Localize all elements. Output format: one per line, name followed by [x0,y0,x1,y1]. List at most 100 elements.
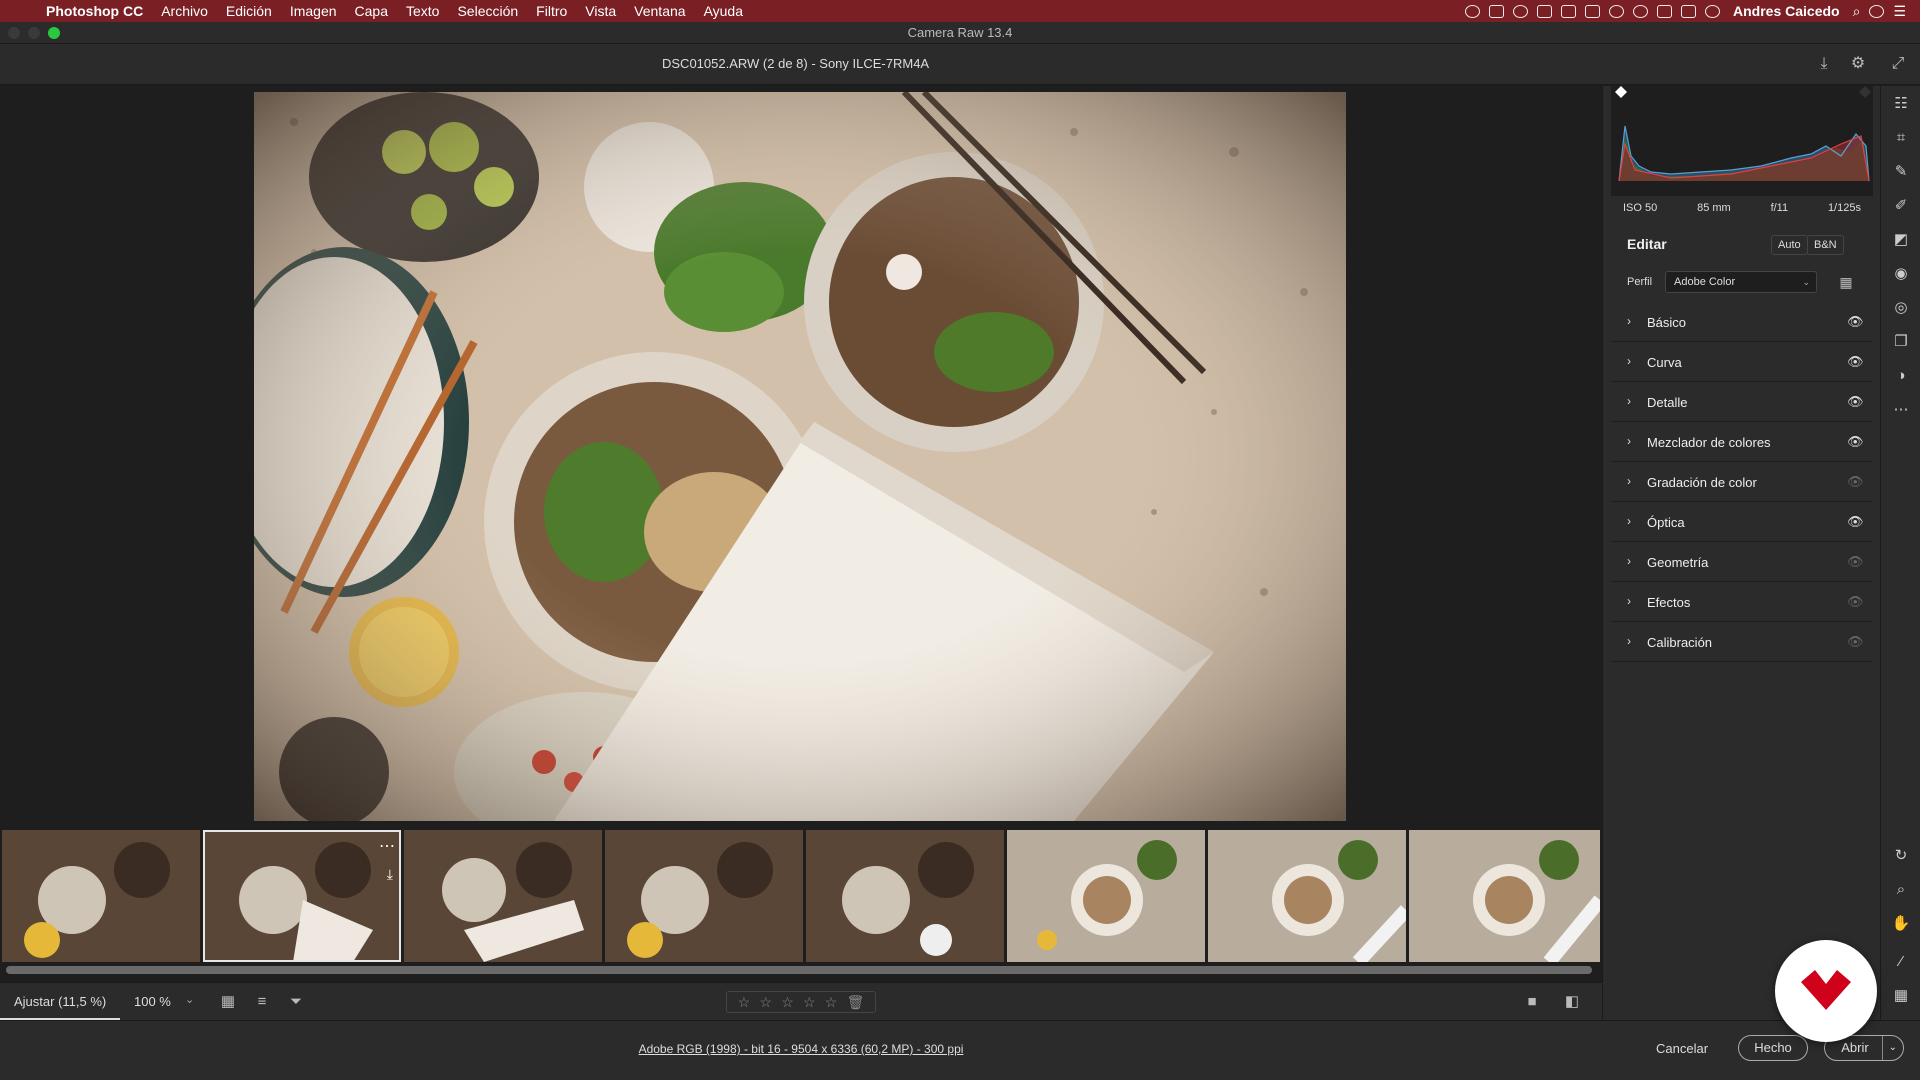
minimize-window-button[interactable] [28,27,40,39]
visibility-eye-icon[interactable]: 👁 [1847,594,1864,610]
snapshots-icon[interactable]: ❐ [1891,332,1911,352]
record-icon[interactable] [1465,4,1480,18]
workflow-options-link[interactable]: Adobe RGB (1998) - bit 16 - 9504 x 6336 … [0,1042,1602,1056]
spotlight-icon[interactable]: ⌕ [1853,3,1861,20]
menu-archivo[interactable]: Archivo [161,3,208,19]
section-calibracion[interactable]: › Calibración 👁 [1611,623,1873,662]
main-photo[interactable] [254,92,1346,821]
filter-icon[interactable]: ⏷ [286,992,306,1012]
section-geometria[interactable]: › Geometría 👁 [1611,543,1873,582]
filmstrip-thumb-1[interactable] [2,830,200,962]
rating-star-5-icon[interactable]: ☆ [825,994,838,1011]
airplay-icon[interactable] [1585,4,1600,18]
edit-sliders-icon[interactable]: ☷ [1891,94,1911,114]
menu-capa[interactable]: Capa [355,3,388,19]
open-options-chevron-icon[interactable]: ⌄ [1881,1036,1897,1060]
rotate-icon[interactable]: ↻ [1891,846,1911,866]
volume-icon[interactable] [1657,4,1672,18]
menu-ventana[interactable]: Ventana [634,3,685,19]
rating-star-1-icon[interactable]: ☆ [738,994,751,1011]
zoom-window-button[interactable] [48,27,60,39]
image-canvas[interactable] [0,86,1602,828]
before-after-icon[interactable]: ◧ [1562,992,1582,1012]
rating-star-3-icon[interactable]: ☆ [781,994,794,1011]
histogram[interactable] [1611,86,1873,196]
adobe-icon[interactable] [1537,4,1552,18]
visibility-eye-icon[interactable]: 👁 [1847,554,1864,570]
control-center-icon[interactable]: ☰ [1893,3,1906,20]
save-image-icon[interactable]: ⤓ [1815,55,1833,73]
cancel-button[interactable]: Cancelar [1656,1041,1708,1056]
menu-imagen[interactable]: Imagen [290,3,337,19]
profile-browser-icon[interactable]: ▦ [1837,273,1855,291]
visibility-eye-icon[interactable]: 👁 [1847,514,1864,530]
zoom-icon[interactable]: ⌕ [1891,880,1911,900]
filmstrip-thumb-2-selected[interactable]: ⋯ ⤓ [203,830,401,962]
close-window-button[interactable] [8,27,20,39]
flag-icon[interactable] [1681,4,1696,18]
single-view-icon[interactable]: ■ [1522,992,1542,1012]
zoom-fit-button[interactable]: Ajustar (11,5 %) [14,994,106,1009]
thumb-save-icon[interactable]: ⤓ [387,866,393,883]
screen-icon[interactable] [1489,4,1504,18]
visibility-eye-icon[interactable]: 👁 [1847,474,1864,490]
brush-icon[interactable]: ✐ [1891,196,1911,216]
filmstrip-thumb-4[interactable] [605,830,803,962]
zoom-dropdown-chevron-icon[interactable]: ⌄ [185,993,194,1006]
menu-app-name[interactable]: Photoshop CC [46,3,143,19]
crop-icon[interactable]: ⌗ [1891,128,1911,148]
settings-gear-icon[interactable]: ⚙ [1849,55,1867,73]
more-icon[interactable]: ⋯ [1891,400,1911,420]
presets-icon[interactable]: ◑ [1891,366,1911,386]
bw-button[interactable]: B&N [1807,235,1844,255]
user-name[interactable]: Andres Caicedo [1733,3,1840,19]
sort-icon[interactable]: ≡ [252,992,272,1012]
filmstrip-thumb-5[interactable] [806,830,1004,962]
visibility-eye-icon[interactable]: 👁 [1847,434,1864,450]
section-mezclador-de-colores[interactable]: › Mezclador de colores 👁 [1611,423,1873,462]
rating-star-2-icon[interactable]: ☆ [759,994,772,1011]
thumb-more-icon[interactable]: ⋯ [379,836,395,856]
section-efectos[interactable]: › Efectos 👁 [1611,583,1873,622]
filmstrip-thumb-8[interactable] [1409,830,1600,962]
healing-icon[interactable]: ✎ [1891,162,1911,182]
auto-button[interactable]: Auto [1771,235,1808,255]
gradient-icon[interactable]: ◩ [1891,230,1911,250]
filmstrip-thumb-3[interactable] [404,830,602,962]
filmstrip-scrollbar[interactable] [6,966,1592,974]
siri-icon[interactable] [1869,4,1885,18]
hand-icon[interactable]: ✋ [1891,914,1911,934]
filmstrip-view-icon[interactable]: ▦ [218,992,238,1012]
clock-icon[interactable] [1705,4,1720,18]
section-detalle[interactable]: › Detalle 👁 [1611,383,1873,422]
fullscreen-icon[interactable]: ⤢ [1889,55,1907,73]
menu-edicion[interactable]: Edición [226,3,272,19]
visibility-eye-icon[interactable]: 👁 [1847,314,1864,330]
grid-overlay-icon[interactable]: ▦ [1891,986,1911,1006]
visibility-eye-icon[interactable]: 👁 [1847,394,1864,410]
cloud-icon[interactable] [1513,4,1528,18]
sampler-icon[interactable]: ⁄ [1891,952,1911,972]
menu-filtro[interactable]: Filtro [536,3,567,19]
visibility-eye-icon[interactable]: 👁 [1847,634,1864,650]
section-optica[interactable]: › Óptica 👁 [1611,503,1873,542]
visibility-eye-icon[interactable]: 👁 [1847,354,1864,370]
profile-select[interactable]: Adobe Color ⌄ [1665,271,1817,293]
bluetooth-icon[interactable] [1609,4,1624,18]
section-basico[interactable]: › Básico 👁 [1611,303,1873,342]
zoom-100-button[interactable]: 100 % [134,994,171,1009]
rating-star-4-icon[interactable]: ☆ [803,994,816,1011]
radial-icon[interactable]: ◉ [1891,264,1911,284]
menu-texto[interactable]: Texto [406,3,439,19]
filmstrip-thumb-6[interactable] [1007,830,1205,962]
wifi-icon[interactable] [1633,4,1648,18]
filmstrip-thumb-7[interactable] [1208,830,1406,962]
trash-icon[interactable]: 🗑 [847,994,865,1011]
creative-cloud-icon[interactable] [1561,4,1576,18]
red-eye-icon[interactable]: ◎ [1891,298,1911,318]
menu-vista[interactable]: Vista [585,3,616,19]
menu-seleccion[interactable]: Selección [457,3,518,19]
section-curva[interactable]: › Curva 👁 [1611,343,1873,382]
section-gradacion-de-color[interactable]: › Gradación de color 👁 [1611,463,1873,502]
menu-ayuda[interactable]: Ayuda [704,3,743,19]
